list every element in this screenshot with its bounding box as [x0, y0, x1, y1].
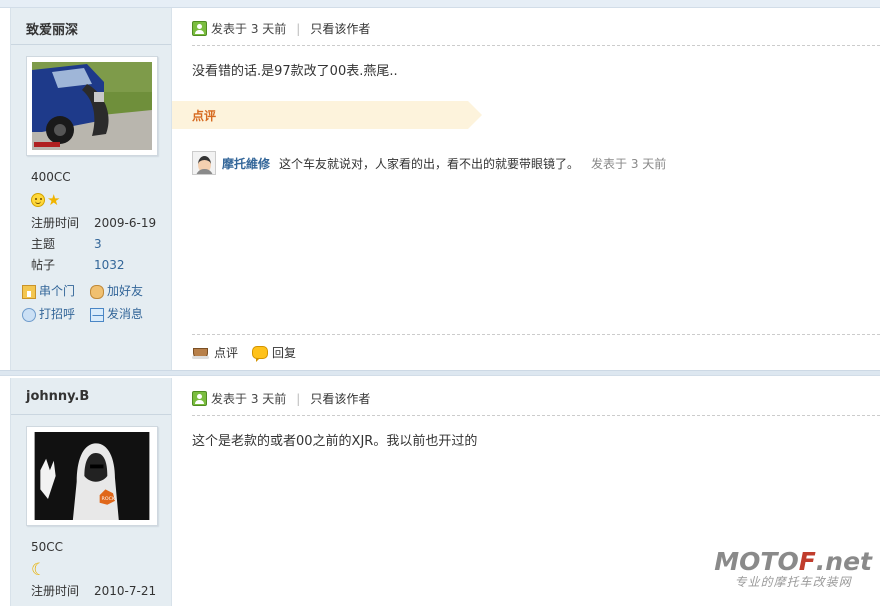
visit-button[interactable]: 串个门 [22, 280, 90, 303]
author-name[interactable]: johnny.B [26, 389, 89, 404]
smile-icon [31, 193, 45, 207]
post-message: 没看错的话.是97款改了00表.燕尾.. [192, 64, 398, 79]
post-1: 致爱丽深 400CC ★ 注册时间 2009-6-19 主题 3 帖子 1032… [0, 0, 880, 370]
reg-date: 2010-7-21 [94, 584, 157, 598]
online-user-icon [192, 21, 207, 36]
comment-text: 这个车友就说对，人家看的出，看不出的就要带眼镜了。 [279, 156, 580, 171]
user-rank: 400CC [31, 170, 71, 184]
site-watermark: MOTOF.net 专业的摩托车改装网 [714, 547, 872, 590]
avatar[interactable]: ROCK [26, 426, 158, 526]
greet-button[interactable]: 打招呼 [22, 303, 90, 326]
post-divider [0, 0, 880, 8]
user-info: 注册时间 2009-6-19 主题 3 帖子 1032 [31, 213, 171, 276]
speech-bubble-icon [252, 346, 269, 362]
star-icon: ★ [47, 191, 61, 209]
moon-icon: ☾ [31, 560, 47, 580]
house-icon [22, 284, 36, 299]
post-divider [0, 370, 880, 376]
watermark-slogan: 专业的摩托车改装网 [734, 575, 852, 589]
avatar-image [32, 62, 152, 150]
post-content: 发表于 3 天前 | 只看该作者 没看错的话.是97款改了00表.燕尾.. 点评… [172, 8, 880, 370]
post-time: 发表于 3 天前 [211, 22, 287, 36]
comment-section-header: 点评 [172, 101, 482, 129]
watermark-logo: MOTOF.net [714, 547, 872, 576]
add-friend-button[interactable]: 加好友 [90, 280, 158, 303]
coffee-cup-icon [192, 346, 210, 359]
post-message: 这个是老款的或者00之前的XJR。我以前也开过的 [192, 434, 478, 449]
user-actions: 串个门 加好友 打招呼 发消息 [22, 280, 172, 326]
online-user-icon [192, 391, 207, 406]
reg-date: 2009-6-19 [94, 216, 157, 230]
avatar[interactable] [26, 56, 158, 156]
comment-avatar[interactable] [192, 151, 216, 175]
mail-icon [90, 307, 104, 322]
only-author-link[interactable]: 只看该作者 [310, 390, 370, 407]
post-meta: 发表于 3 天前 | 只看该作者 [192, 20, 370, 37]
author-sidebar: 致爱丽深 400CC ★ 注册时间 2009-6-19 主题 3 帖子 1032… [10, 8, 172, 370]
comment-item: 摩托維修 这个车友就说对，人家看的出，看不出的就要带眼镜了。 发表于 3 天前 [192, 151, 666, 175]
author-sidebar: johnny.B ROCK 50CC ☾ 注册时间 2010-7-21 [10, 378, 172, 606]
comment-button[interactable]: 点评 [192, 344, 238, 361]
greet-icon [22, 307, 36, 322]
svg-text:ROCK: ROCK [102, 496, 116, 502]
user-rank: 50CC [31, 540, 64, 554]
post-time: 发表于 3 天前 [211, 392, 287, 406]
post-footer: 点评 回复 [192, 344, 310, 362]
send-message-button[interactable]: 发消息 [90, 303, 158, 326]
author-name[interactable]: 致爱丽深 [26, 19, 78, 38]
post-meta: 发表于 3 天前 | 只看该作者 [192, 390, 370, 407]
handshake-icon [90, 284, 104, 299]
rank-stars: ☾ [31, 560, 47, 580]
comment-time: 发表于 3 天前 [591, 156, 667, 171]
comment-author[interactable]: 摩托維修 [222, 155, 270, 172]
reply-button[interactable]: 回复 [252, 344, 296, 362]
only-author-link[interactable]: 只看该作者 [310, 20, 370, 37]
posts-count[interactable]: 1032 [94, 255, 125, 276]
avatar-image: ROCK [34, 432, 150, 520]
topics-count[interactable]: 3 [94, 234, 102, 255]
user-info: 注册时间 2010-7-21 [31, 581, 171, 602]
rank-stars: ★ [31, 191, 61, 209]
